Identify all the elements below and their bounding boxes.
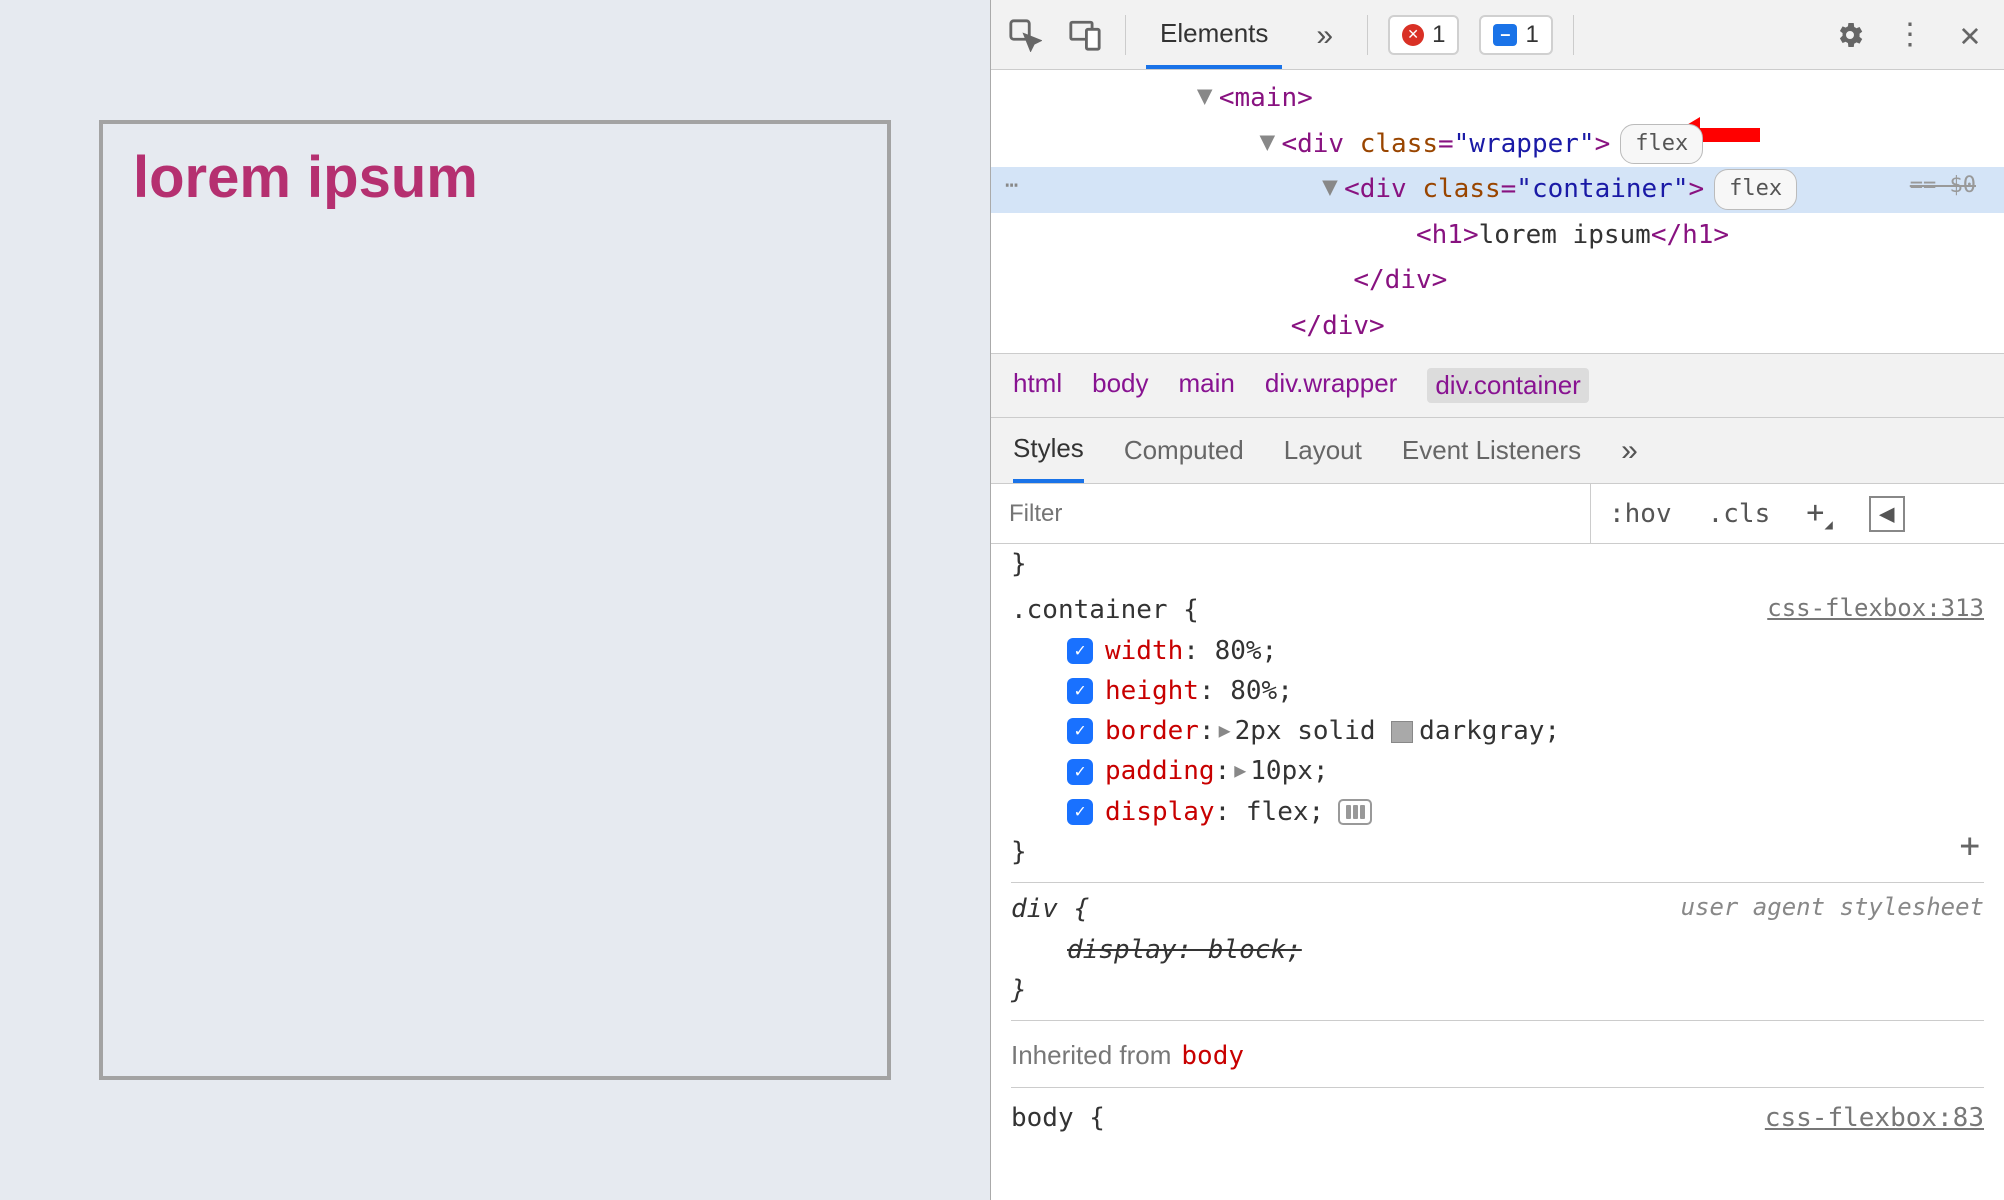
tabs-overflow-icon[interactable]: » [1302,0,1347,69]
checkbox-icon[interactable] [1067,759,1093,785]
expand-shorthand-icon[interactable]: ▶ [1219,715,1231,746]
dom-node-wrapper[interactable]: ▼<div class="wrapper">flex [991,122,2004,168]
css-rules-pane[interactable]: } css-flexbox:313 .container { width: 80… [991,544,2004,1200]
dom-node-main[interactable]: ▼<main> [991,76,2004,122]
rule-close-brace: } [1011,970,1984,1010]
toggle-hover-states[interactable]: :hov [1591,499,1690,529]
flex-badge[interactable]: flex [1620,124,1703,165]
expand-shorthand-icon[interactable]: ▶ [1234,755,1246,786]
ellipsis-icon[interactable]: ⋯ [1005,167,1020,206]
checkbox-icon[interactable] [1067,678,1093,704]
color-swatch-icon[interactable] [1391,721,1413,743]
device-toggle-icon[interactable] [1065,15,1105,55]
new-style-rule-icon[interactable]: +◢ [1788,495,1851,533]
css-declaration[interactable]: width: 80%; [1011,631,1984,671]
gear-icon[interactable] [1830,15,1870,55]
dom-node-container[interactable]: ⋯ ▼<div class="container">flex== $0 [991,167,2004,213]
css-declaration[interactable]: display: flex; [1011,792,1984,832]
tab-elements[interactable]: Elements [1146,0,1282,69]
devtools-pane: Elements » 1 1 ⋮ ✕ ▼<main> ▼<div class="… [990,0,2004,1200]
checkbox-icon[interactable] [1067,638,1093,664]
styles-filter-input[interactable] [991,484,1591,543]
breadcrumb-item[interactable]: main [1179,368,1235,403]
add-declaration-icon[interactable]: + [1960,820,1980,873]
dom-tree[interactable]: ▼<main> ▼<div class="wrapper">flex ⋯ ▼<d… [991,70,2004,353]
breadcrumb-item[interactable]: body [1092,368,1148,403]
dom-node-close-container[interactable]: </div> [991,258,2004,304]
dom-node-close-wrapper[interactable]: </div> [991,304,2004,350]
rule-source-ua: user agent stylesheet [1681,889,1984,926]
inspect-icon[interactable] [1005,15,1045,55]
expand-icon[interactable]: ▼ [1322,165,1344,211]
error-count: 1 [1432,21,1445,49]
page-preview: lorem ipsum [0,0,990,1200]
message-badge[interactable]: 1 [1479,15,1552,55]
breadcrumb-item[interactable]: div.container [1427,368,1589,403]
breadcrumb: html body main div.wrapper div.container [991,353,2004,418]
css-declaration[interactable]: padding:▶10px; [1011,751,1984,791]
expand-icon[interactable]: ▼ [1197,74,1219,120]
css-rule-div-ua[interactable]: user agent stylesheet div { display: blo… [1011,883,1984,1021]
inherited-from-header: Inherited frombody [1011,1021,1984,1087]
css-declaration[interactable]: height: 80%; [1011,671,1984,711]
rule-source-link[interactable]: css-flexbox:83 [1765,1098,1984,1138]
css-declaration[interactable]: border:▶2px solid darkgray; [1011,711,1984,751]
tab-computed[interactable]: Computed [1124,418,1244,483]
tab-event-listeners[interactable]: Event Listeners [1402,418,1581,483]
close-icon[interactable]: ✕ [1950,15,1990,55]
css-rule-body-peek[interactable]: body { css-flexbox:83 [1011,1088,1984,1138]
computed-sidebar-toggle-icon[interactable]: ◀ [1851,496,1923,532]
css-rule-container[interactable]: css-flexbox:313 .container { width: 80%;… [1011,584,1984,883]
message-count: 1 [1525,21,1538,49]
checkbox-icon[interactable] [1067,718,1093,744]
checkbox-icon[interactable] [1067,799,1093,825]
rule-close-brace: } [1011,832,1984,872]
css-declaration-overridden: display: block; [1011,930,1984,970]
breadcrumb-item[interactable]: div.wrapper [1265,368,1397,403]
selected-node-marker: == $0 [1910,167,1976,206]
rule-selector[interactable]: body { [1011,1098,1105,1138]
dom-node-h1[interactable]: <h1>lorem ipsum</h1> [991,213,2004,259]
message-icon [1493,24,1517,46]
expand-icon[interactable]: ▼ [1259,120,1281,166]
preview-heading: lorem ipsum [133,144,857,211]
flex-badge[interactable]: flex [1714,169,1797,210]
devtools-toolbar: Elements » 1 1 ⋮ ✕ [991,0,2004,70]
kebab-menu-icon[interactable]: ⋮ [1890,15,1930,55]
styles-filter-bar: :hov .cls +◢ ◀ [991,484,2004,544]
tab-layout[interactable]: Layout [1284,418,1362,483]
flex-editor-icon[interactable] [1338,799,1372,825]
rule-source-link[interactable]: css-flexbox:313 [1767,590,1984,627]
error-icon [1402,24,1424,46]
error-badge[interactable]: 1 [1388,15,1459,55]
tabs-overflow-icon[interactable]: » [1621,418,1638,483]
tab-styles[interactable]: Styles [1013,418,1084,483]
toggle-classes[interactable]: .cls [1690,499,1789,529]
breadcrumb-item[interactable]: html [1013,368,1062,403]
styles-tabs: Styles Computed Layout Event Listeners » [991,418,2004,484]
container-box: lorem ipsum [99,120,891,1080]
